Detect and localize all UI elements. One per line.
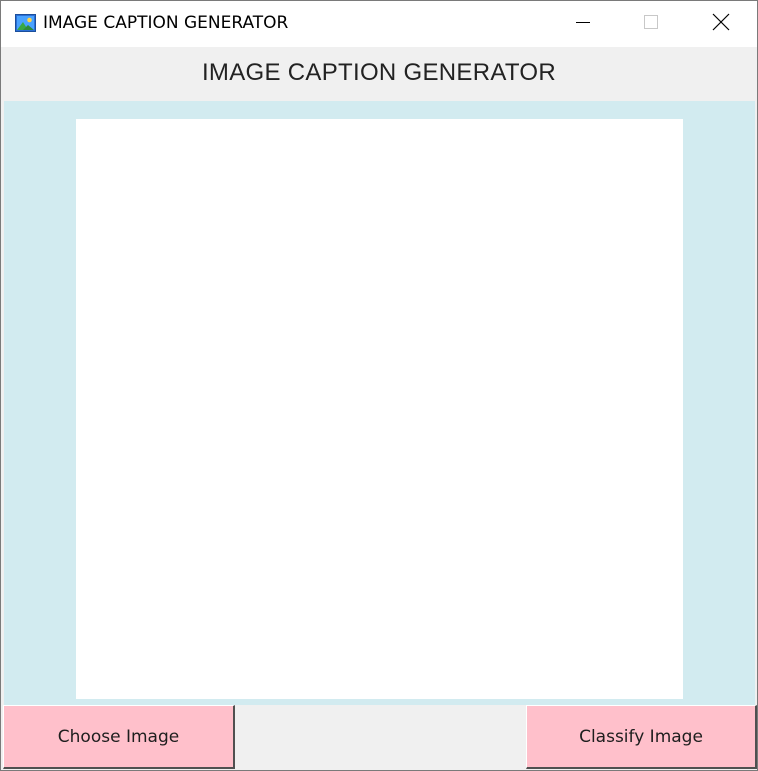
heading-area: IMAGE CAPTION GENERATOR [1, 47, 757, 101]
close-button[interactable] [687, 1, 755, 47]
title-bar[interactable]: IMAGE CAPTION GENERATOR [1, 1, 757, 47]
choose-image-button[interactable]: Choose Image [3, 705, 235, 769]
maximize-icon [643, 14, 659, 34]
window-title: IMAGE CAPTION GENERATOR [43, 13, 289, 33]
image-display-canvas [76, 119, 683, 699]
classify-image-button[interactable]: Classify Image [526, 705, 757, 769]
minimize-button[interactable] [549, 1, 617, 47]
app-window: IMAGE CAPTION GENERATOR IMAGE CAPTION GE… [0, 0, 758, 771]
bottom-bar: Choose Image Classify Image [1, 705, 757, 770]
page-title: IMAGE CAPTION GENERATOR [201, 59, 557, 86]
photo-app-icon [15, 14, 36, 32]
minimize-icon [575, 14, 591, 34]
close-icon [712, 13, 730, 35]
maximize-button[interactable] [617, 1, 685, 47]
main-panel [4, 101, 755, 705]
